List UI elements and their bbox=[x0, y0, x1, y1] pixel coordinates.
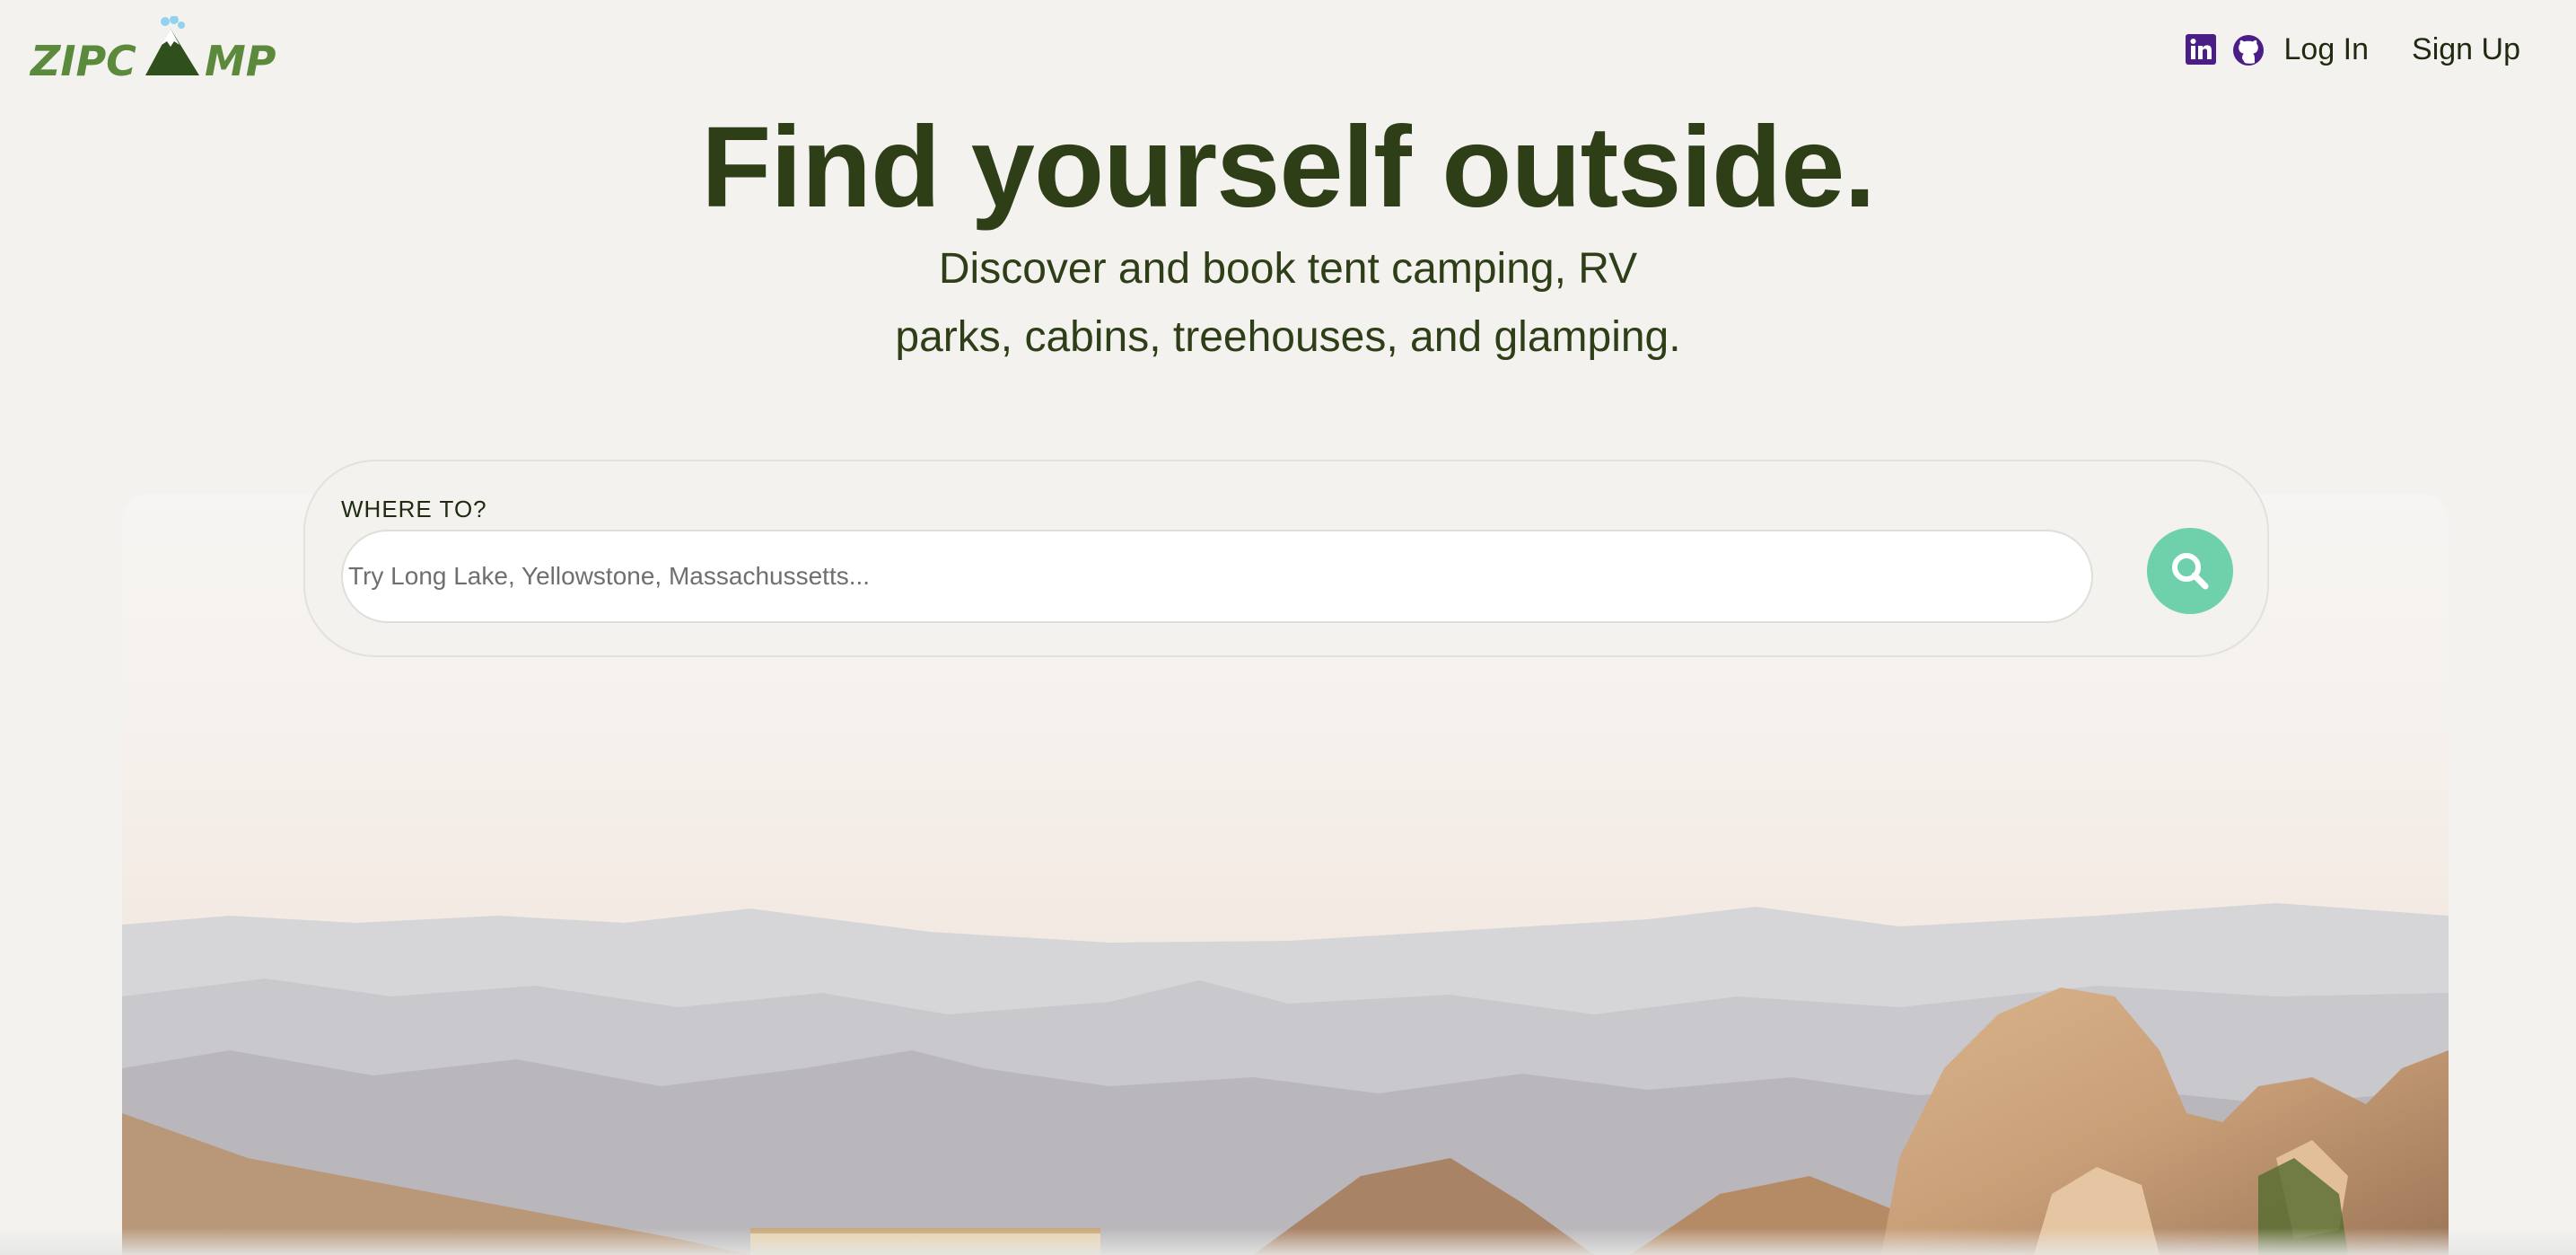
logo-wordmark: ZIPC MP bbox=[29, 16, 276, 81]
signup-link[interactable]: Sign Up bbox=[2412, 32, 2520, 67]
top-nav: Log In Sign Up bbox=[2185, 27, 2520, 72]
logo-text-right: MP bbox=[205, 37, 276, 81]
search-input[interactable] bbox=[341, 530, 2093, 623]
hero-title: Find yourself outside. bbox=[701, 103, 1876, 232]
hero-subtitle-line1: Discover and book tent camping, RV bbox=[938, 245, 1638, 293]
search-button[interactable] bbox=[2147, 528, 2233, 614]
search-label: WHERE TO? bbox=[341, 496, 487, 522]
hero-subtitle: Discover and book tent camping, RV parks… bbox=[0, 235, 2576, 372]
zipcamp-logo[interactable]: ZIPC MP bbox=[29, 16, 280, 81]
search-panel: WHERE TO? bbox=[303, 460, 2269, 657]
github-icon[interactable] bbox=[2232, 34, 2264, 66]
login-link[interactable]: Log In bbox=[2284, 32, 2370, 67]
mountain-logo-icon bbox=[145, 16, 199, 75]
linkedin-icon[interactable] bbox=[2185, 34, 2216, 65]
search-icon bbox=[2172, 553, 2209, 590]
page-bottom-fade bbox=[0, 1228, 2576, 1255]
logo-text-left: ZIPC bbox=[29, 37, 136, 81]
hero-subtitle-line2: parks, cabins, treehouses, and glamping. bbox=[895, 313, 1681, 361]
